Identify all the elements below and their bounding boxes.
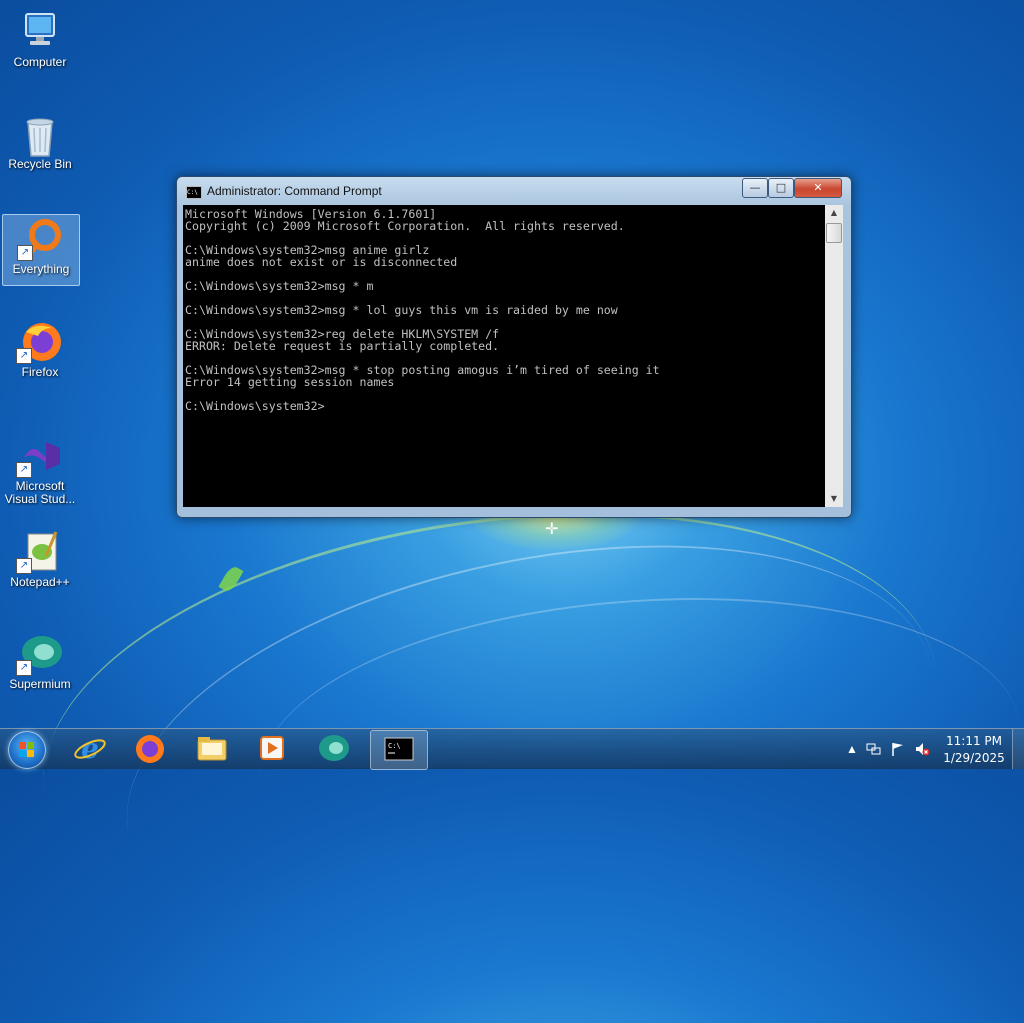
computer-icon [16, 10, 64, 54]
supermium-icon: ↗ [16, 632, 64, 676]
console-text: Microsoft Windows [Version 6.1.7601] Cop… [183, 205, 825, 415]
visual-studio-icon: ↗ [16, 434, 64, 478]
vertical-scrollbar[interactable]: ▲ ▼ [825, 205, 843, 507]
desktop-icon-recycle-bin[interactable]: Recycle Bin [2, 110, 78, 180]
desktop-icon-notepadpp[interactable]: ↗ Notepad++ [2, 528, 78, 598]
everything-icon: ↗ [17, 217, 65, 261]
desktop-icon-label: Notepad++ [10, 575, 70, 589]
system-tray: ▲ [840, 729, 940, 769]
taskbar-command-prompt[interactable]: C:\ [370, 730, 428, 770]
desktop-icon-label: Computer [13, 55, 67, 69]
console-line: ERROR: Delete request is partially compl… [185, 339, 500, 353]
window-titlebar[interactable]: C:\ Administrator: Command Prompt — □ ✕ [177, 177, 851, 205]
console-line: anime does not exist or is disconnected [185, 255, 458, 269]
scroll-up-arrow-icon[interactable]: ▲ [825, 205, 843, 221]
file-explorer-icon [197, 737, 227, 761]
desktop-icon-visual-studio[interactable]: ↗ Microsoft Visual Stud... [2, 432, 78, 508]
console-line: C:\Windows\system32>msg * m [185, 279, 374, 293]
console-line: C:\Windows\system32> [185, 399, 325, 413]
svg-text:e: e [81, 732, 99, 765]
recycle-bin-icon [16, 112, 64, 157]
minimize-button[interactable]: — [742, 178, 768, 198]
clock-time[interactable]: 11:11 PM [940, 734, 1008, 748]
console-output[interactable]: Microsoft Windows [Version 6.1.7601] Cop… [183, 205, 825, 507]
firefox-icon: ↗ [16, 320, 64, 364]
taskbar-supermium[interactable] [306, 730, 362, 768]
desktop-icon-supermium[interactable]: ↗ Supermium [2, 630, 78, 700]
desktop-icon-label: Firefox [21, 365, 59, 379]
taskbar-file-explorer[interactable] [184, 730, 240, 768]
show-hidden-icons-icon[interactable]: ▲ [844, 741, 860, 757]
clock-date[interactable]: 1/29/2025 [940, 751, 1008, 765]
supermium-icon [319, 735, 349, 761]
firefox-icon [136, 735, 164, 763]
shortcut-arrow-icon: ↗ [16, 558, 32, 574]
volume-muted-icon[interactable] [914, 741, 930, 757]
scroll-thumb[interactable] [826, 223, 842, 243]
close-button[interactable]: ✕ [794, 178, 842, 198]
desktop-icon-everything[interactable]: ↗ Everything [2, 214, 80, 286]
command-prompt-icon: C:\ [384, 737, 414, 761]
desktop-icon-firefox[interactable]: ↗ Firefox [2, 318, 78, 388]
crosshair-cursor-icon: ✛ [545, 519, 559, 538]
notepadpp-icon: ↗ [16, 530, 64, 574]
console-line: C:\Windows\system32>msg * lol guys this … [185, 303, 618, 317]
start-button[interactable] [8, 731, 46, 769]
internet-explorer-icon: e [74, 732, 106, 765]
console-line: Error 14 getting session names [185, 375, 395, 389]
svg-text:C:\: C:\ [388, 742, 401, 750]
windows-flag-icon [19, 742, 35, 758]
command-prompt-icon: C:\ [186, 186, 202, 199]
desktop-icon-computer[interactable]: Computer [2, 8, 78, 78]
desktop-icon-label: Microsoft Visual Stud... [4, 479, 76, 506]
shortcut-arrow-icon: ↗ [16, 348, 32, 364]
taskbar-firefox[interactable] [122, 730, 178, 768]
media-player-icon [260, 736, 284, 760]
show-desktop-button[interactable] [1012, 729, 1024, 769]
shortcut-arrow-icon: ↗ [16, 660, 32, 676]
command-prompt-window[interactable]: C:\ Administrator: Command Prompt — □ ✕ … [176, 176, 852, 518]
scroll-down-arrow-icon[interactable]: ▼ [825, 491, 843, 507]
console-line: Copyright (c) 2009 Microsoft Corporation… [185, 219, 625, 233]
maximize-button[interactable]: □ [768, 178, 794, 198]
desktop-icon-label: Supermium [9, 677, 71, 691]
taskbar-internet-explorer[interactable]: e [62, 730, 118, 768]
action-center-flag-icon[interactable] [890, 741, 906, 757]
shortcut-arrow-icon: ↗ [16, 462, 32, 478]
shortcut-arrow-icon: ↗ [17, 245, 33, 261]
window-title: Administrator: Command Prompt [207, 184, 382, 198]
desktop-icon-label: Everything [12, 262, 70, 276]
network-icon[interactable] [866, 741, 882, 757]
wallpaper-leaf [218, 564, 244, 594]
taskbar: e C:\ ▲ 11:11 PM 1/29/2025 [0, 728, 1024, 770]
taskbar-media-player[interactable] [244, 730, 300, 768]
